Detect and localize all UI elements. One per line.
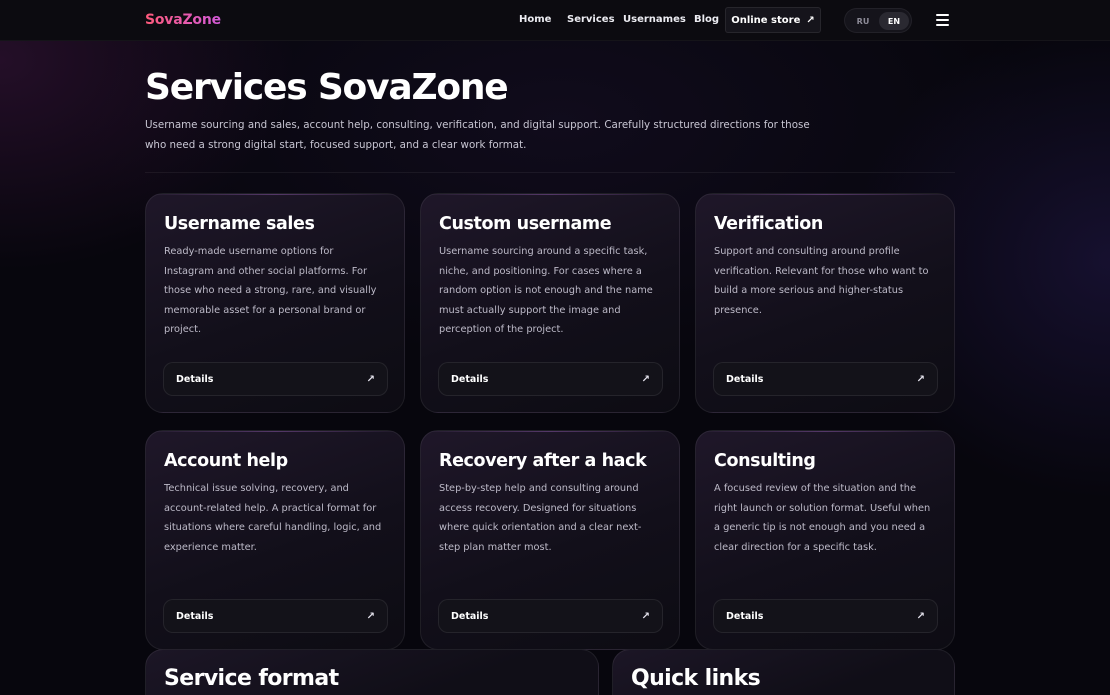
service-card-consulting: Consulting A focused review of the situa… (695, 430, 955, 650)
card-title: Username sales (164, 214, 315, 234)
arrow-up-right-icon: ↗ (366, 610, 375, 622)
details-label: Details (176, 373, 214, 385)
hamburger-menu-icon[interactable] (936, 14, 949, 26)
nav-link-usernames[interactable]: Usernames (623, 14, 686, 25)
service-card-recovery-after-hack: Recovery after a hack Step-by-step help … (420, 430, 680, 650)
service-format-panel: Service format (145, 649, 599, 695)
top-navigation-bar: SovaZone Home Services Usernames Blog On… (0, 0, 1110, 41)
page-title: Services SovaZone (145, 67, 509, 108)
lang-ru-button[interactable]: RU (848, 12, 878, 30)
details-button[interactable]: Details ↗ (163, 599, 388, 633)
nav-link-blog[interactable]: Blog (694, 14, 719, 25)
arrow-up-right-icon: ↗ (641, 610, 650, 622)
quick-links-panel: Quick links (612, 649, 955, 695)
page-subtitle: Username sourcing and sales, account hel… (145, 119, 810, 151)
lang-en-button[interactable]: EN (879, 12, 909, 30)
details-label: Details (726, 610, 764, 622)
card-title: Consulting (714, 451, 816, 471)
nav-link-services[interactable]: Services (567, 14, 615, 25)
arrow-up-right-icon: ↗ (641, 373, 650, 385)
arrow-up-right-icon: ↗ (916, 373, 925, 385)
service-format-title: Service format (164, 666, 339, 691)
service-card-account-help: Account help Technical issue solving, re… (145, 430, 405, 650)
card-description: Ready-made username options for Instagra… (164, 246, 377, 336)
service-card-verification: Verification Support and consulting arou… (695, 193, 955, 413)
card-description: A focused review of the situation and th… (714, 483, 931, 553)
details-button[interactable]: Details ↗ (163, 362, 388, 396)
card-title: Recovery after a hack (439, 451, 647, 471)
details-button[interactable]: Details ↗ (713, 599, 938, 633)
language-switcher: RU EN (844, 8, 912, 33)
details-button[interactable]: Details ↗ (438, 599, 663, 633)
arrow-up-right-icon: ↗ (806, 14, 815, 26)
nav-link-home[interactable]: Home (519, 14, 551, 25)
details-label: Details (451, 610, 489, 622)
card-title: Verification (714, 214, 823, 234)
details-label: Details (176, 610, 214, 622)
arrow-up-right-icon: ↗ (366, 373, 375, 385)
card-description: Technical issue solving, recovery, and a… (164, 483, 382, 553)
card-description: Support and consulting around profile ve… (714, 246, 929, 316)
card-description: Username sourcing around a specific task… (439, 246, 653, 336)
card-description: Step-by-step help and consulting around … (439, 483, 642, 553)
details-label: Details (451, 373, 489, 385)
details-label: Details (726, 373, 764, 385)
service-card-custom-username: Custom username Username sourcing around… (420, 193, 680, 413)
card-title: Custom username (439, 214, 612, 234)
online-store-button[interactable]: Online store ↗ (725, 7, 821, 33)
details-button[interactable]: Details ↗ (713, 362, 938, 396)
quick-links-title: Quick links (631, 666, 761, 691)
online-store-label: Online store (731, 14, 801, 26)
section-divider (145, 172, 955, 173)
logo[interactable]: SovaZone (145, 12, 221, 28)
card-title: Account help (164, 451, 288, 471)
service-card-username-sales: Username sales Ready-made username optio… (145, 193, 405, 413)
details-button[interactable]: Details ↗ (438, 362, 663, 396)
arrow-up-right-icon: ↗ (916, 610, 925, 622)
